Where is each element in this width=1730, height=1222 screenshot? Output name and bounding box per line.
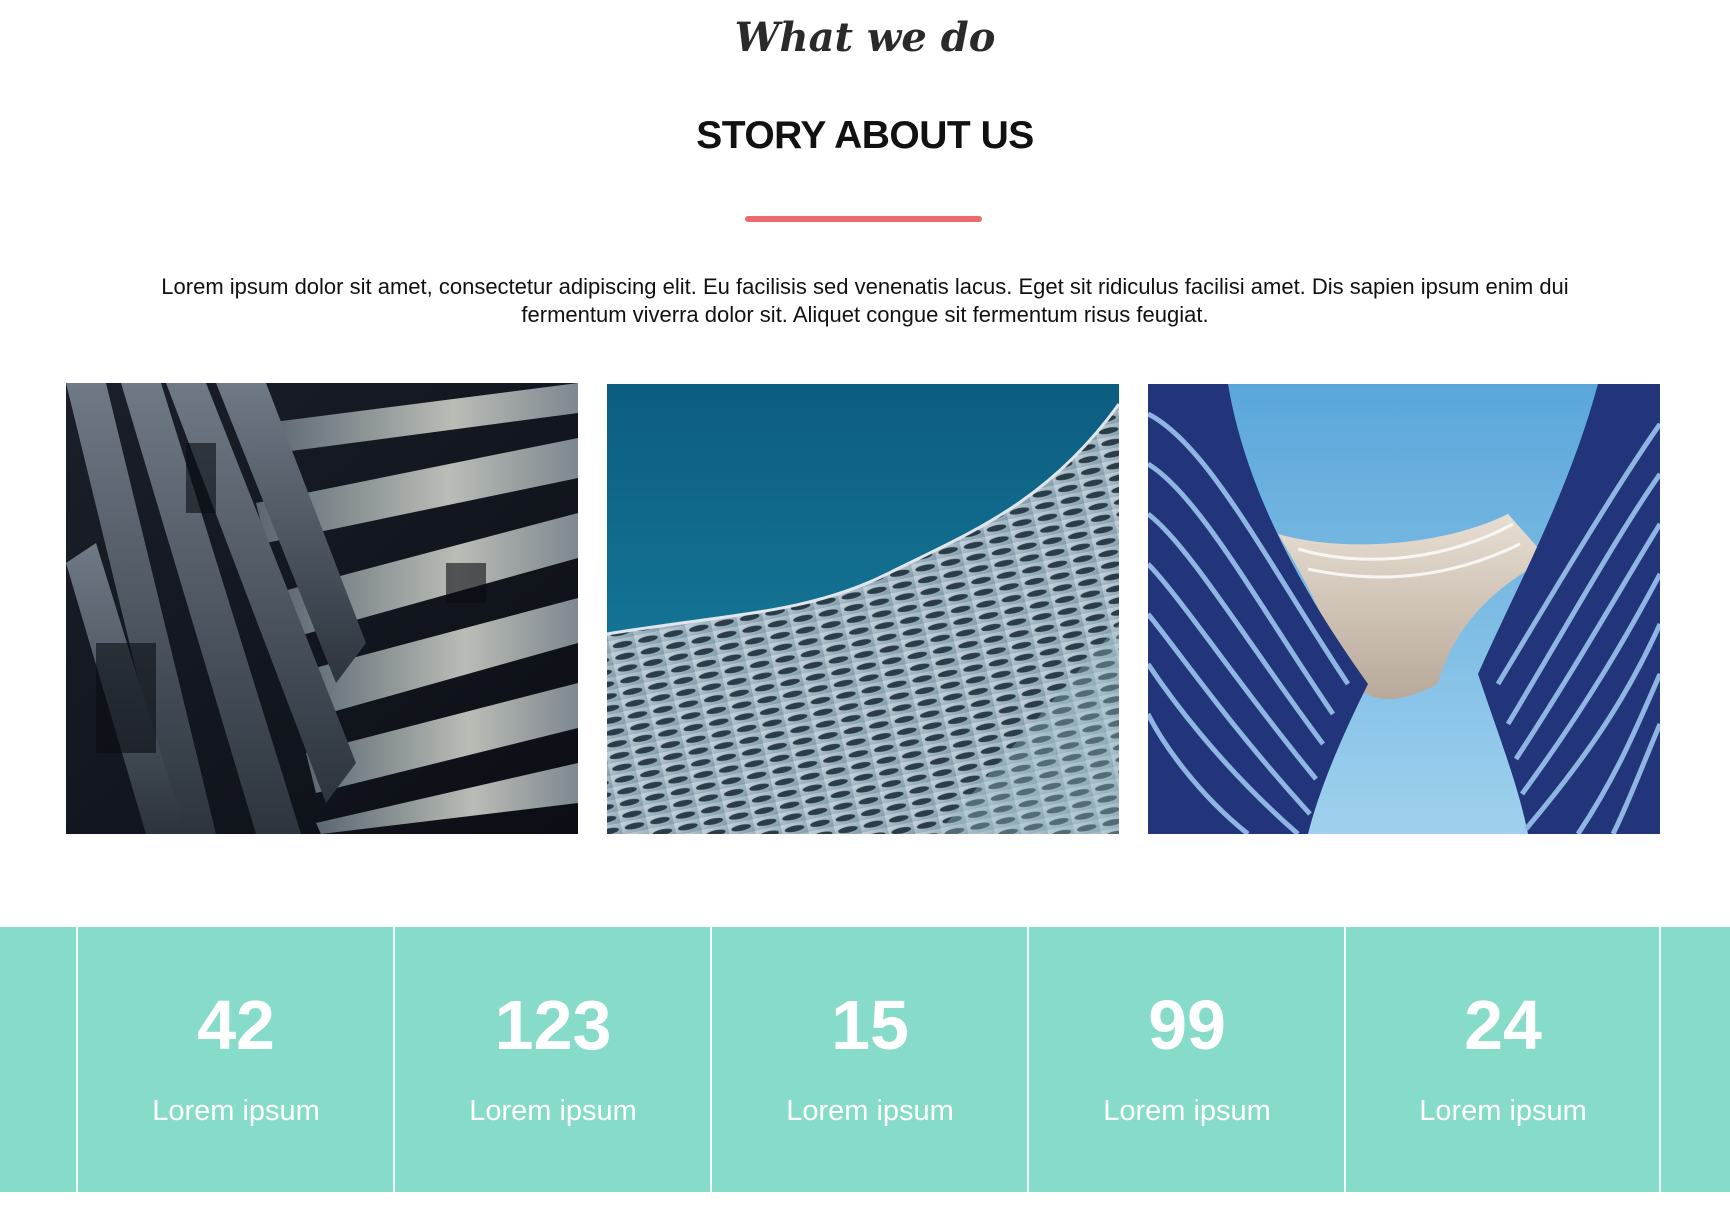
- stat-label: Lorem ipsum: [786, 1095, 954, 1127]
- stat-label: Lorem ipsum: [152, 1095, 320, 1127]
- title-divider: [745, 216, 982, 222]
- stat-number: 99: [1148, 986, 1226, 1064]
- section-intro: Lorem ipsum dolor sit amet, consectetur …: [161, 274, 1569, 327]
- stat-card: 99 Lorem ipsum: [1029, 927, 1345, 1192]
- stats-band: 42 Lorem ipsum 123 Lorem ipsum 15 Lorem …: [0, 927, 1730, 1192]
- mesh-facade-blue-sky-photo: [607, 384, 1119, 834]
- stat-number: 24: [1464, 986, 1542, 1064]
- page: What we do STORY ABOUT US Lorem ipsum do…: [0, 0, 1730, 1222]
- stat-label: Lorem ipsum: [1419, 1095, 1587, 1127]
- dark-angular-building-photo: [66, 383, 578, 834]
- section-eyebrow: What we do: [734, 14, 996, 61]
- stat-number: 15: [831, 986, 909, 1064]
- stat-card: 42 Lorem ipsum: [78, 927, 394, 1192]
- curved-blue-towers-photo: [1148, 384, 1660, 834]
- stat-number: 123: [494, 986, 612, 1064]
- stat-label: Lorem ipsum: [1103, 1095, 1271, 1127]
- stat-card: 24 Lorem ipsum: [1345, 927, 1661, 1192]
- stat-card: 15 Lorem ipsum: [712, 927, 1028, 1192]
- stat-label: Lorem ipsum: [469, 1095, 637, 1127]
- stat-number: 42: [197, 986, 275, 1064]
- section-title: STORY ABOUT US: [696, 114, 1034, 157]
- stat-card: 123 Lorem ipsum: [395, 927, 711, 1192]
